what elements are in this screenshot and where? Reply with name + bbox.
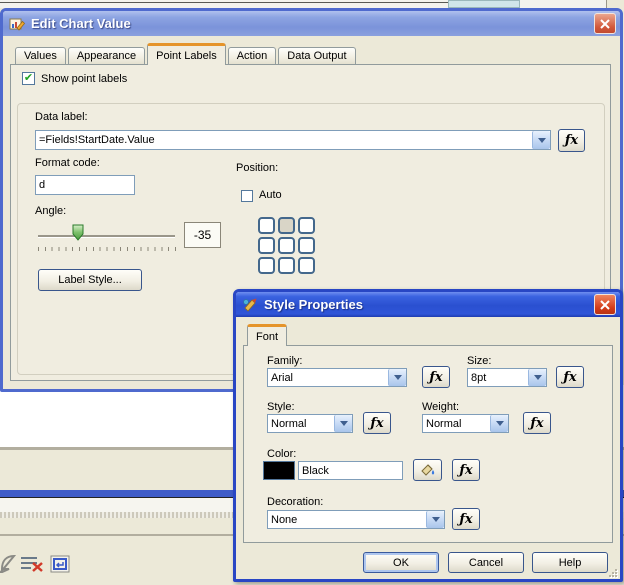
decoration-input[interactable] [268, 511, 426, 528]
size-label: Size: [467, 355, 492, 367]
close-button[interactable] [594, 13, 616, 34]
close-icon [600, 299, 610, 310]
close-icon [600, 18, 610, 29]
color-fx-button[interactable]: ƒx [452, 459, 480, 481]
enter-box-icon[interactable] [50, 555, 70, 573]
format-code-label: Format code: [35, 157, 100, 169]
check-icon: ✔ [23, 72, 34, 84]
angle-label: Angle: [35, 205, 67, 217]
position-grid-checkbox[interactable] [278, 257, 295, 274]
chevron-down-icon [431, 517, 440, 522]
data-label-combobox[interactable] [35, 130, 551, 150]
position-grid-checkbox[interactable] [298, 237, 315, 254]
position-grid-checkbox[interactable] [298, 257, 315, 274]
weight-label: Weight: [422, 401, 460, 413]
edit-chart-icon [9, 18, 25, 31]
background-widget-fragment [448, 0, 520, 8]
background-rule [0, 2, 448, 3]
dropdown-button[interactable] [532, 131, 550, 149]
size-combobox[interactable] [467, 368, 547, 387]
chevron-down-icon [393, 375, 402, 380]
position-label: Position: [236, 162, 279, 174]
tab-strip: Values Appearance Point Labels Action Da… [15, 43, 358, 65]
chevron-down-icon [537, 137, 546, 143]
family-fx-button[interactable]: ƒx [422, 366, 450, 388]
color-picker-button[interactable] [413, 459, 442, 481]
family-label: Family: [267, 355, 303, 367]
data-label-fx-button[interactable]: ƒx [558, 129, 585, 152]
dropdown-button[interactable] [388, 369, 406, 386]
color-label: Color: [267, 448, 297, 460]
style-combobox[interactable] [267, 414, 353, 433]
ok-button[interactable]: OK [363, 552, 439, 573]
position-grid-checkbox[interactable] [258, 217, 275, 234]
weight-input[interactable] [423, 415, 490, 432]
weight-combobox[interactable] [422, 414, 509, 433]
style-fx-button[interactable]: ƒx [363, 412, 391, 434]
tab-data-output[interactable]: Data Output [278, 47, 356, 65]
decoration-label: Decoration: [267, 496, 324, 508]
close-button[interactable] [594, 294, 616, 315]
position-grid [258, 217, 315, 274]
show-point-labels-checkbox[interactable]: ✔ [22, 72, 35, 85]
auto-label: Auto [259, 189, 282, 201]
resize-grip[interactable] [609, 569, 617, 577]
style-input[interactable] [268, 415, 334, 432]
position-grid-checkbox[interactable] [258, 237, 275, 254]
help-button[interactable]: Help [532, 552, 608, 573]
dialog-title: Edit Chart Value [31, 16, 131, 31]
style-label: Style: [267, 401, 295, 413]
dropdown-button[interactable] [528, 369, 546, 386]
data-label-input[interactable] [36, 131, 532, 149]
edit-chart-value-titlebar[interactable]: Edit Chart Value [3, 11, 620, 36]
format-code-field[interactable] [35, 175, 135, 195]
family-combobox[interactable] [267, 368, 407, 387]
position-grid-checkbox[interactable] [298, 217, 315, 234]
tab-strip: Font [247, 324, 289, 346]
position-grid-checkbox[interactable] [258, 257, 275, 274]
tab-point-labels[interactable]: Point Labels [147, 43, 226, 65]
position-grid-checkbox[interactable] [278, 237, 295, 254]
decoration-combobox[interactable] [267, 510, 445, 529]
tab-values[interactable]: Values [15, 47, 66, 65]
paint-bucket-icon [420, 464, 434, 476]
chevron-down-icon [339, 421, 348, 426]
family-input[interactable] [268, 369, 388, 386]
tab-appearance[interactable]: Appearance [67, 47, 146, 65]
data-label-label: Data label: [35, 111, 88, 123]
angle-slider-thumb[interactable] [72, 224, 85, 242]
auto-checkbox[interactable] [241, 190, 253, 202]
size-input[interactable] [468, 369, 528, 386]
cancel-button[interactable]: Cancel [448, 552, 524, 573]
color-field[interactable] [298, 461, 403, 480]
slider-tick-marks [38, 247, 177, 251]
dialog-title: Style Properties [264, 297, 363, 312]
dropdown-button[interactable] [334, 415, 352, 432]
chevron-down-icon [495, 421, 504, 426]
clear-list-icon[interactable] [20, 555, 46, 573]
format-code-input[interactable] [36, 176, 134, 194]
weight-fx-button[interactable]: ƒx [523, 412, 551, 434]
dropdown-button[interactable] [426, 511, 444, 528]
angle-slider-track[interactable] [38, 235, 175, 237]
tab-action[interactable]: Action [227, 47, 277, 65]
color-input[interactable] [299, 462, 402, 479]
dropdown-button[interactable] [490, 415, 508, 432]
size-fx-button[interactable]: ƒx [556, 366, 584, 388]
label-style-button[interactable]: Label Style... [38, 269, 142, 291]
chevron-down-icon [533, 375, 542, 380]
font-tab-page: Family: ƒx Size: ƒx Style: ƒx Weight: [243, 345, 613, 543]
screen: Edit Chart Value Values Appearance Point… [0, 0, 624, 585]
style-properties-icon [243, 298, 257, 312]
style-properties-titlebar[interactable]: Style Properties [236, 292, 620, 317]
partial-arrow-icon[interactable] [0, 553, 16, 573]
background-fragment [606, 0, 624, 8]
angle-value: -35 [184, 222, 221, 248]
decoration-fx-button[interactable]: ƒx [452, 508, 480, 530]
show-point-labels-label: Show point labels [41, 73, 128, 85]
position-grid-checkbox[interactable] [278, 217, 295, 234]
color-swatch [263, 461, 295, 480]
style-properties-dialog: Style Properties Font Family: ƒx Size: [233, 289, 623, 582]
tab-font[interactable]: Font [247, 324, 288, 346]
